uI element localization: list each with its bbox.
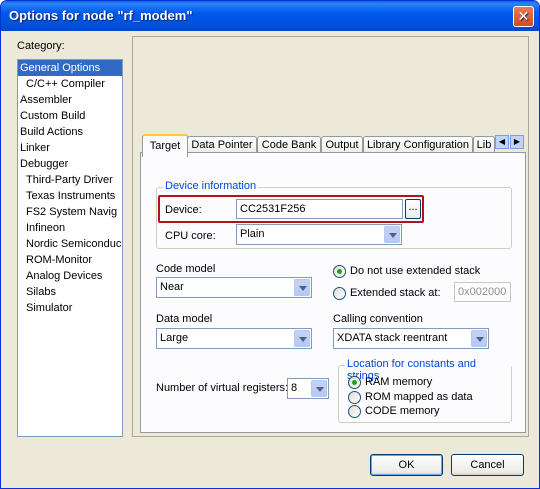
category-item[interactable]: Simulator [18, 300, 122, 316]
category-item[interactable]: Nordic Semiconduc [18, 236, 122, 252]
category-item[interactable]: Assembler [18, 92, 122, 108]
extended-stack-label: Extended stack at: [350, 287, 441, 299]
category-item[interactable]: Silabs [18, 284, 122, 300]
category-item[interactable]: Texas Instruments [18, 188, 122, 204]
virtual-registers-label: Number of virtual registers: [156, 382, 289, 394]
rom-mapped-label: ROM mapped as data [365, 391, 473, 403]
category-item[interactable]: Build Actions [18, 124, 122, 140]
code-model-select[interactable]: Near [156, 277, 312, 298]
device-info-title: Device information [163, 180, 259, 192]
no-extended-stack-label: Do not use extended stack [350, 265, 481, 277]
chevron-down-icon [311, 380, 327, 397]
radio-button[interactable] [348, 391, 361, 404]
code-model-value: Near [160, 281, 184, 293]
virtual-registers-value: 8 [291, 382, 298, 394]
category-item[interactable]: Custom Build [18, 108, 122, 124]
ram-memory-label: RAM memory [365, 376, 433, 388]
title-bar: Options for node "rf_modem" ✕ [1, 1, 539, 31]
category-item[interactable]: Debugger [18, 156, 122, 172]
radio-button-checked[interactable] [348, 376, 361, 389]
category-item[interactable]: FS2 System Navig [18, 204, 122, 220]
close-icon: ✕ [517, 8, 530, 24]
device-highlight [158, 195, 424, 223]
cpu-core-select[interactable]: Plain [236, 224, 402, 245]
cpu-core-label: CPU core: [165, 230, 216, 242]
code-model-label: Code model [156, 263, 216, 275]
chevron-down-icon [294, 330, 310, 347]
tab-scroll-right-icon[interactable]: ▶ [510, 135, 524, 149]
category-item[interactable]: General Options [18, 60, 122, 76]
data-model-value: Large [160, 332, 189, 344]
options-dialog: Options for node "rf_modem" ✕ Category: … [0, 0, 540, 489]
category-item[interactable]: Analog Devices [18, 268, 122, 284]
virtual-registers-select[interactable]: 8 [287, 378, 329, 399]
chevron-down-icon [384, 226, 400, 243]
category-item[interactable]: Third-Party Driver [18, 172, 122, 188]
calling-convention-select[interactable]: XDATA stack reentrant [333, 328, 489, 349]
cpu-core-value: Plain [240, 228, 265, 240]
category-item[interactable]: C/C++ Compiler [18, 76, 122, 92]
calling-convention-value: XDATA stack reentrant [337, 332, 448, 344]
calling-convention-label: Calling convention [333, 313, 423, 325]
category-item[interactable]: ROM-Monitor [18, 252, 122, 268]
radio-button[interactable] [333, 287, 346, 300]
chevron-down-icon [294, 279, 310, 296]
cancel-button[interactable]: Cancel [451, 454, 524, 476]
data-model-label: Data model [156, 313, 213, 325]
chevron-down-icon [471, 330, 487, 347]
category-item[interactable]: Infineon [18, 220, 122, 236]
radio-button[interactable] [348, 405, 361, 418]
tab-target[interactable]: Target [142, 134, 188, 157]
window-title: Options for node "rf_modem" [9, 8, 193, 23]
close-button[interactable]: ✕ [513, 6, 534, 27]
category-label: Category: [17, 40, 65, 52]
ok-button[interactable]: OK [370, 454, 443, 476]
tab-scroll-left-icon[interactable]: ◀ [495, 135, 509, 149]
category-list[interactable]: General Options C/C++ Compiler Assembler Cu… [17, 59, 123, 437]
extended-stack-address-field[interactable]: 0x002000 [454, 282, 511, 302]
category-item[interactable]: Linker [18, 140, 122, 156]
data-model-select[interactable]: Large [156, 328, 312, 349]
code-memory-label: CODE memory [365, 405, 440, 417]
radio-button-checked[interactable] [333, 265, 346, 278]
